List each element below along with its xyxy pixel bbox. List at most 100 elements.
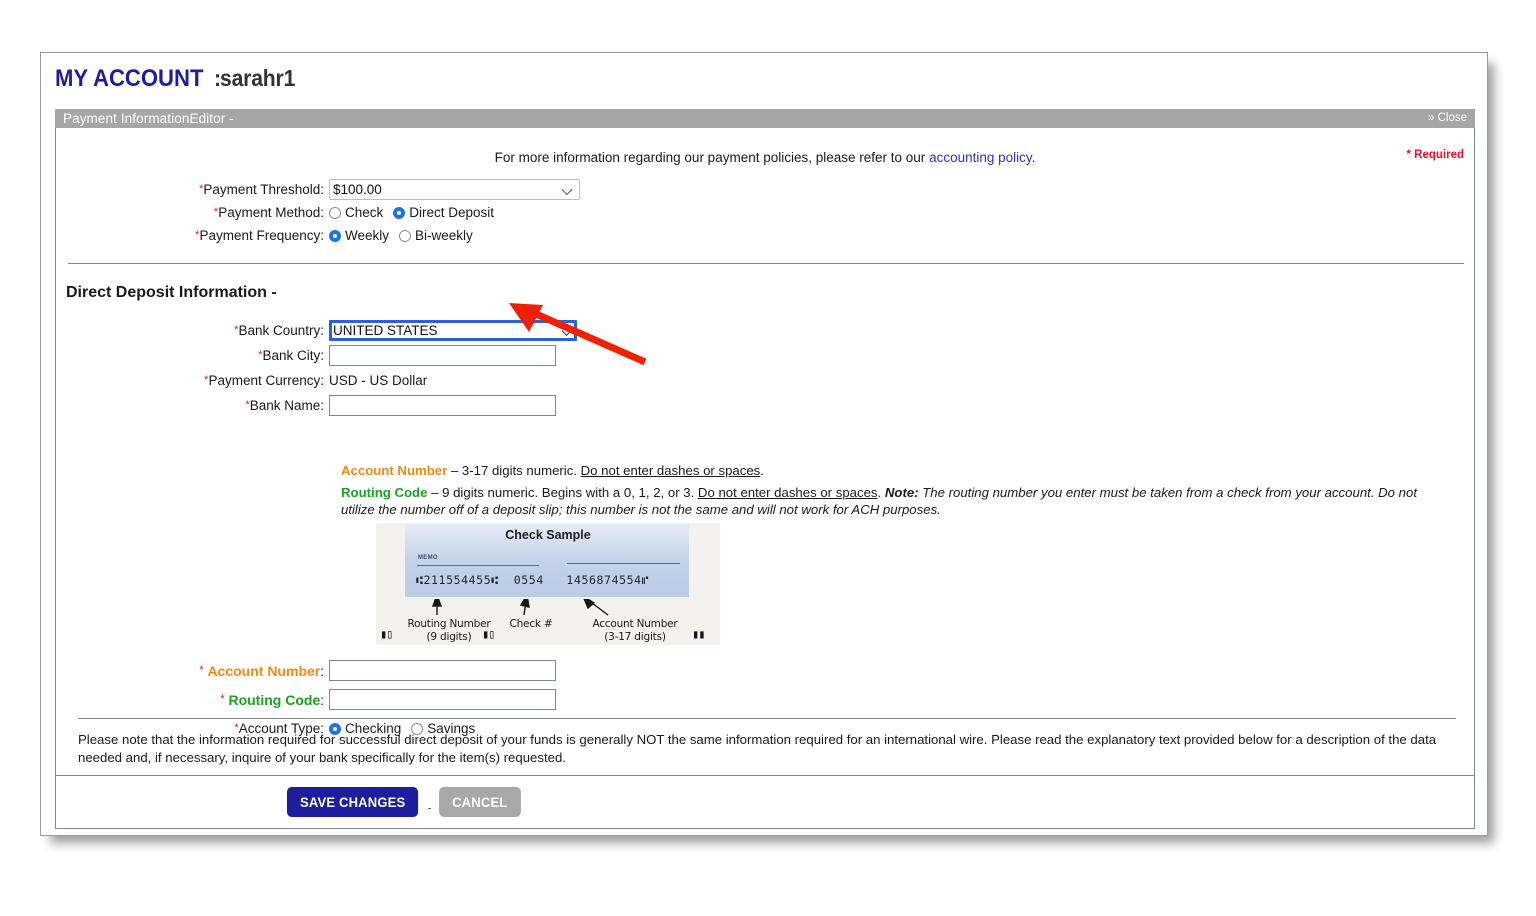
account-number-instruction-text2: . bbox=[760, 463, 764, 478]
radio-checked-icon bbox=[329, 229, 341, 242]
check-callout-checknum: Check # bbox=[496, 618, 566, 631]
routing-code-row: * Routing Code: bbox=[56, 685, 1474, 714]
check-callout-account: Account Number (3-17 digits) bbox=[576, 618, 694, 644]
check-callout-account-line1: Account Number bbox=[592, 618, 678, 630]
policy-info-text-after: . bbox=[1031, 150, 1036, 165]
module-titlebar: Payment InformationEditor - » Close bbox=[55, 109, 1475, 128]
direct-deposit-fields-group: *Bank Country: UNITED STATES *Bank City: bbox=[56, 318, 1474, 418]
close-link[interactable]: » Close bbox=[1428, 109, 1467, 128]
check-callout-checknum-line1: Check # bbox=[509, 618, 553, 630]
bank-city-row: *Bank City: bbox=[56, 343, 1474, 368]
section-divider-bottom bbox=[78, 718, 1456, 719]
check-barcode-icon-left: ▮▯ bbox=[380, 627, 393, 641]
routing-code-field-label: * Routing Code: bbox=[220, 691, 324, 708]
routing-code-input[interactable] bbox=[329, 689, 556, 710]
payment-frequency-label: *Payment Frequency: bbox=[56, 228, 329, 243]
routing-code-instruction: Routing Code – 9 digits numeric. Begins … bbox=[341, 484, 1454, 518]
section-divider-top bbox=[68, 263, 1464, 264]
check-memo-line bbox=[417, 565, 539, 566]
payment-method-option-direct-deposit-label: Direct Deposit bbox=[409, 205, 495, 220]
payment-currency-label: *Payment Currency: bbox=[56, 373, 329, 388]
bank-name-input[interactable] bbox=[329, 395, 556, 416]
payment-frequency-row: *Payment Frequency: Weekly Bi-weekly bbox=[56, 224, 1474, 247]
radio-checked-icon bbox=[393, 206, 406, 219]
screen-root: MY ACCOUNT:sarahr1 Payment InformationEd… bbox=[0, 0, 1536, 916]
required-legend: * Required bbox=[1406, 149, 1464, 161]
payment-currency-label-text: Payment Currency: bbox=[208, 373, 324, 388]
payment-settings-group: *Payment Threshold: $100.00 *Payment Met bbox=[56, 178, 1474, 247]
account-fields-group: * Account Number: * Routing Code: *Accou… bbox=[56, 656, 1474, 743]
payment-method-option-direct-deposit[interactable]: Direct Deposit bbox=[393, 205, 494, 220]
module-title: Payment InformationEditor - bbox=[63, 111, 234, 126]
bank-country-select-wrap: UNITED STATES bbox=[329, 320, 577, 341]
policy-info-line: For more information regarding our payme… bbox=[56, 150, 1474, 165]
check-micr-line: ⑆211554455⑆ 0554 1456874554⑈ bbox=[416, 573, 650, 587]
account-number-instruction-text1: – 3-17 digits numeric. bbox=[447, 463, 581, 478]
payment-method-option-check[interactable]: Check bbox=[329, 205, 383, 220]
account-number-row: * Account Number: bbox=[56, 656, 1474, 685]
check-memo-label: MEMO bbox=[418, 555, 438, 561]
routing-code-field-label-text: Routing Code bbox=[228, 691, 321, 708]
routing-code-instruction-underline: Do not enter dashes or spaces bbox=[697, 485, 878, 500]
payment-frequency-option-biweekly[interactable]: Bi-weekly bbox=[399, 228, 473, 243]
accounting-policy-link[interactable]: accounting policy bbox=[929, 150, 1032, 165]
routing-code-term: Routing Code bbox=[341, 485, 428, 500]
check-sample-title: Check Sample bbox=[505, 528, 591, 542]
payment-currency-row: *Payment Currency: USD - US Dollar bbox=[56, 368, 1474, 393]
bank-city-label-text: Bank City: bbox=[262, 348, 324, 363]
routing-code-note-label: Note: bbox=[884, 485, 919, 500]
routing-code-instruction-text2: . bbox=[877, 485, 885, 500]
check-sample-image: Check Sample MEMO ⑆211554455⑆ 0554 14568… bbox=[376, 523, 720, 645]
module-body: For more information regarding our payme… bbox=[55, 128, 1475, 783]
payment-method-row: *Payment Method: Check Direct Deposit bbox=[56, 201, 1474, 224]
field-instructions: Account Number – 3-17 digits numeric. Do… bbox=[341, 462, 1454, 523]
payment-frequency-option-biweekly-label: Bi-weekly bbox=[415, 228, 473, 243]
save-changes-button[interactable]: SAVE CHANGES bbox=[286, 787, 419, 817]
required-star-icon: * bbox=[199, 663, 204, 676]
routing-code-instruction-text1: – 9 digits numeric. Begins with a 0, 1, … bbox=[427, 485, 698, 500]
page-title-username: sarahr1 bbox=[219, 65, 295, 91]
required-star-icon: * bbox=[220, 692, 225, 705]
button-separator: - bbox=[427, 799, 432, 815]
payment-information-module: Payment InformationEditor - » Close For … bbox=[55, 109, 1475, 783]
payment-method-label-text: Payment Method: bbox=[218, 205, 324, 220]
check-callout-account-line2: (3-17 digits) bbox=[604, 631, 666, 643]
bank-name-row: *Bank Name: bbox=[56, 393, 1474, 418]
account-number-field-label-text: Account Number bbox=[207, 662, 321, 679]
direct-deposit-section-title: Direct Deposit Information - bbox=[66, 284, 277, 301]
payment-threshold-label: *Payment Threshold: bbox=[56, 182, 329, 197]
radio-unchecked-icon bbox=[329, 206, 341, 219]
payment-threshold-select-wrap: $100.00 bbox=[329, 179, 580, 200]
bank-city-input[interactable] bbox=[329, 345, 556, 366]
bank-country-label-text: Bank Country: bbox=[238, 323, 324, 338]
payment-frequency-option-weekly[interactable]: Weekly bbox=[329, 228, 389, 243]
bank-city-label: *Bank City: bbox=[56, 348, 329, 363]
bank-country-row: *Bank Country: UNITED STATES bbox=[56, 318, 1474, 343]
payment-method-radio-group: Check Direct Deposit bbox=[329, 205, 504, 220]
radio-unchecked-icon bbox=[399, 229, 412, 242]
form-action-bar: SAVE CHANGES - CANCEL bbox=[55, 775, 1475, 829]
account-number-instruction: Account Number – 3-17 digits numeric. Do… bbox=[341, 462, 1454, 479]
payment-threshold-select[interactable]: $100.00 bbox=[329, 179, 580, 200]
payment-frequency-radio-group: Weekly Bi-weekly bbox=[329, 228, 483, 243]
check-barcode-icon-right: ▮▮ bbox=[692, 627, 705, 641]
check-barcode-icon-mid: ▮▯ bbox=[482, 627, 495, 641]
page-frame: MY ACCOUNT:sarahr1 Payment InformationEd… bbox=[40, 52, 1488, 836]
policy-info-text-before: For more information regarding our payme… bbox=[494, 150, 930, 165]
page-title: MY ACCOUNT:sarahr1 bbox=[55, 65, 302, 93]
bank-country-select[interactable]: UNITED STATES bbox=[329, 320, 577, 341]
account-number-input[interactable] bbox=[329, 660, 556, 681]
account-number-instruction-underline: Do not enter dashes or spaces bbox=[580, 463, 761, 478]
payment-frequency-option-weekly-label: Weekly bbox=[345, 228, 390, 243]
check-signature-line bbox=[567, 563, 680, 564]
payment-method-option-check-label: Check bbox=[345, 205, 384, 220]
bank-name-label-text: Bank Name: bbox=[249, 398, 324, 413]
cancel-button[interactable]: CANCEL bbox=[438, 787, 521, 817]
direct-deposit-disclaimer: Please note that the information require… bbox=[78, 732, 1437, 765]
account-number-field-label: * Account Number: bbox=[199, 662, 324, 679]
payment-currency-value: USD - US Dollar bbox=[329, 373, 428, 388]
account-number-term: Account Number bbox=[341, 463, 448, 478]
payment-threshold-row: *Payment Threshold: $100.00 bbox=[56, 178, 1474, 201]
bank-name-label: *Bank Name: bbox=[56, 398, 329, 413]
payment-frequency-label-text: Payment Frequency: bbox=[199, 228, 324, 243]
